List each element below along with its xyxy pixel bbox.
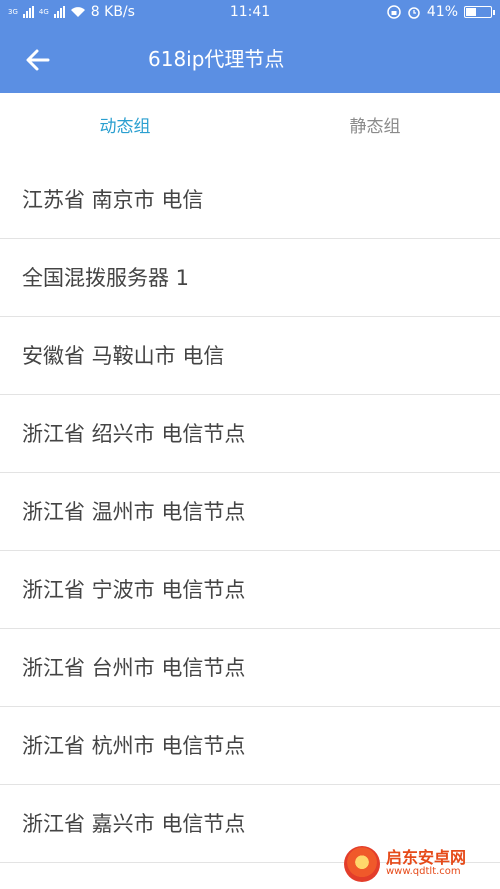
tab-bar: 动态组 静态组: [0, 93, 500, 161]
page-title: 618ip代理节点: [148, 47, 285, 71]
watermark-text: 启东安卓网 www.qdtlt.com: [386, 850, 466, 877]
tab-static-group[interactable]: 静态组: [250, 93, 500, 161]
tab-dynamic-group[interactable]: 动态组: [0, 93, 250, 161]
list-item[interactable]: 浙江省 杭州市 电信节点: [0, 707, 500, 785]
status-right: 41%: [387, 4, 495, 20]
list-item[interactable]: 全国混拨服务器 1: [0, 239, 500, 317]
watermark-url: www.qdtlt.com: [386, 866, 461, 878]
arrow-left-icon[interactable]: [24, 46, 52, 74]
status-bar: 3G 4G 8 KB/s 11:41 41%: [0, 0, 500, 26]
watermark: 启东安卓网 www.qdtlt.com: [344, 843, 494, 885]
alarm-icon: [408, 7, 420, 19]
app-header: 618ip代理节点: [0, 26, 500, 93]
node-list: 江苏省 南京市 电信 全国混拨服务器 1 安徽省 马鞍山市 电信 浙江省 绍兴市…: [0, 161, 500, 863]
list-item[interactable]: 浙江省 台州市 电信节点: [0, 629, 500, 707]
battery-percent: 41%: [426, 4, 458, 20]
battery-icon: [464, 6, 495, 18]
list-item[interactable]: 浙江省 绍兴市 电信节点: [0, 395, 500, 473]
lock-rotation-icon: [387, 5, 401, 19]
list-item[interactable]: 江苏省 南京市 电信: [0, 161, 500, 239]
battery-fill: [466, 8, 476, 16]
watermark-logo-icon: [344, 846, 380, 882]
list-item[interactable]: 浙江省 温州市 电信节点: [0, 473, 500, 551]
list-item[interactable]: 安徽省 马鞍山市 电信: [0, 317, 500, 395]
list-item[interactable]: 浙江省 宁波市 电信节点: [0, 551, 500, 629]
watermark-name: 启东安卓网: [386, 848, 467, 868]
